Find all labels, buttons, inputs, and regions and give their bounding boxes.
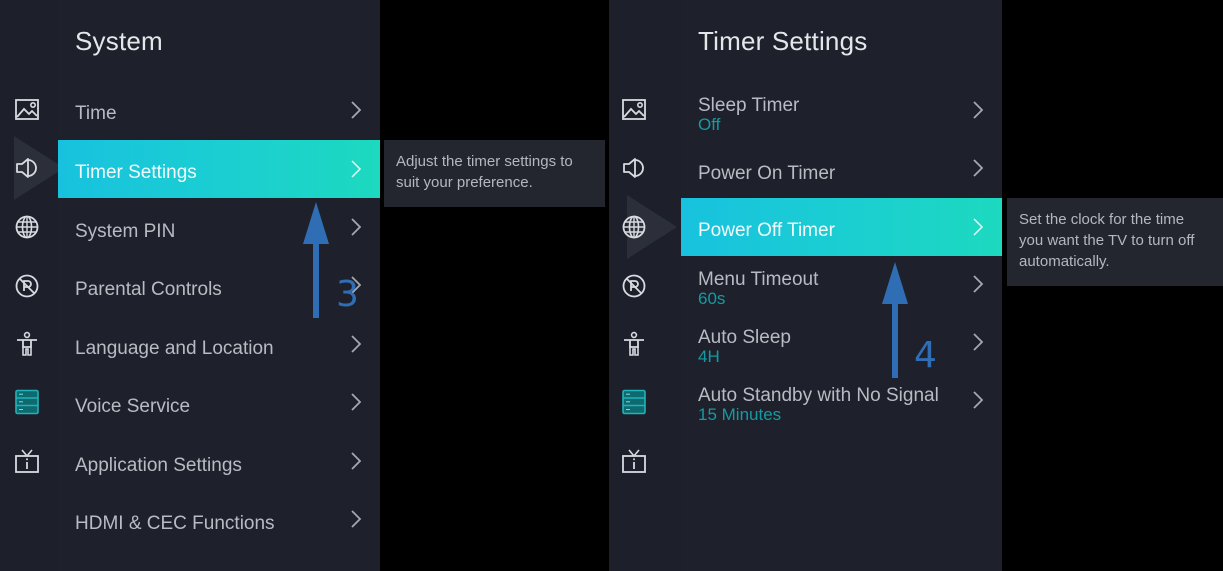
menu-item-value: 15 Minutes	[698, 405, 782, 424]
support-icon[interactable]	[12, 446, 42, 476]
category-sidebar	[609, 0, 682, 571]
help-tooltip: Set the clock for the time you want the …	[1007, 198, 1223, 286]
system-icon[interactable]	[12, 387, 42, 417]
menu-item-label: Power Off Timer	[698, 220, 835, 241]
menu-item-value: Off	[698, 115, 721, 134]
menu-item-time[interactable]: Time	[58, 83, 380, 141]
menu-item-label: System PIN	[75, 221, 176, 242]
page-title: Timer Settings	[698, 26, 868, 56]
chevron-right-icon	[350, 100, 362, 120]
annotation-step-number: 4	[914, 335, 937, 376]
accessibility-icon[interactable]	[12, 329, 42, 359]
chevron-right-icon	[972, 158, 984, 178]
menu-item-label: Menu Timeout	[698, 269, 819, 290]
chevron-right-icon	[350, 392, 362, 412]
menu-item-power-off-timer[interactable]: Power Off Timer	[681, 198, 1002, 256]
menu-item-label: Sleep Timer	[698, 95, 800, 116]
annotation-arrow-up	[303, 202, 329, 318]
menu-item-power-on-timer[interactable]: Power On Timer	[681, 141, 1002, 199]
picture-icon[interactable]	[12, 95, 42, 125]
page-title: System	[75, 26, 163, 56]
sound-icon[interactable]	[619, 153, 649, 183]
menu-item-label: Power On Timer	[698, 163, 836, 184]
menu-item-hdmi-cec[interactable]: HDMI & CEC Functions	[58, 492, 380, 550]
menu-item-label: Auto Standby with No Signal	[698, 385, 939, 406]
menu-item-label: Parental Controls	[75, 279, 222, 300]
category-sidebar	[0, 0, 64, 571]
menu-item-label: Voice Service	[75, 396, 191, 417]
menu-item-label: Application Settings	[75, 455, 242, 476]
menu-item-timer-settings[interactable]: Timer Settings	[58, 140, 380, 198]
menu-item-auto-sleep[interactable]: Auto Sleep 4H	[681, 315, 1002, 373]
network-icon[interactable]	[619, 212, 649, 242]
support-icon[interactable]	[619, 446, 649, 476]
menu-item-label: HDMI & CEC Functions	[75, 513, 275, 534]
menu-item-value: 4H	[698, 347, 720, 366]
menu-item-label: Time	[75, 103, 117, 124]
menu-item-application-settings[interactable]: Application Settings	[58, 434, 380, 492]
chevron-right-icon	[972, 274, 984, 294]
menu-item-auto-standby[interactable]: Auto Standby with No Signal 15 Minutes	[681, 373, 1002, 431]
menu-item-label: Timer Settings	[75, 162, 197, 183]
menu-item-voice-service[interactable]: Voice Service	[58, 375, 380, 433]
network-icon[interactable]	[12, 212, 42, 242]
chevron-right-icon	[972, 100, 984, 120]
chevron-right-icon	[350, 334, 362, 354]
accessibility-icon[interactable]	[619, 329, 649, 359]
chevron-right-icon	[972, 390, 984, 410]
chevron-right-icon	[972, 332, 984, 352]
chevron-right-icon	[350, 509, 362, 529]
chevron-right-icon	[350, 451, 362, 471]
menu-item-sleep-timer[interactable]: Sleep Timer Off	[681, 83, 1002, 141]
system-icon[interactable]	[619, 387, 649, 417]
annotation-step-number: 3	[336, 274, 359, 315]
parental-icon[interactable]	[619, 271, 649, 301]
timer-settings-menu: Timer Settings Sleep Timer Off Power On …	[681, 0, 1002, 571]
help-tooltip: Adjust the timer settings to suit your p…	[384, 140, 605, 207]
menu-item-language-location[interactable]: Language and Location	[58, 317, 380, 375]
sound-icon[interactable]	[12, 153, 42, 183]
picture-icon[interactable]	[619, 95, 649, 125]
chevron-right-icon	[350, 159, 362, 179]
parental-icon[interactable]	[12, 271, 42, 301]
menu-item-value: 60s	[698, 289, 726, 308]
annotation-arrow-up	[882, 262, 908, 378]
menu-item-menu-timeout[interactable]: Menu Timeout 60s	[681, 257, 1002, 315]
menu-item-label: Language and Location	[75, 338, 274, 359]
chevron-right-icon	[972, 217, 984, 237]
chevron-right-icon	[350, 217, 362, 237]
menu-item-label: Auto Sleep	[698, 327, 791, 348]
